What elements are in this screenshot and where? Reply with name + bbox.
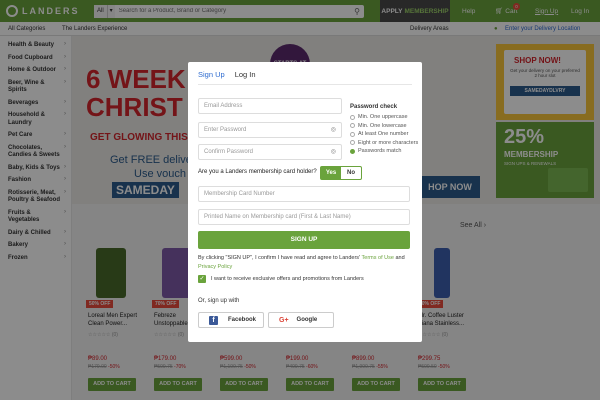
tab-sign-up[interactable]: Sign Up bbox=[198, 70, 225, 85]
card-holder-question: Are you a Landers membership card holder… bbox=[198, 169, 317, 175]
terms-text: By clicking "SIGN UP", I confirm I have … bbox=[198, 255, 405, 270]
confirm-password-field[interactable]: Confirm Password ◎ bbox=[198, 144, 342, 160]
optin-label: I want to receive exclusive offers and p… bbox=[211, 276, 364, 282]
rule-status-icon bbox=[350, 131, 355, 137]
password-rule: Min. One uppercase bbox=[350, 114, 418, 120]
promo-optin[interactable]: ✓ I want to receive exclusive offers and… bbox=[198, 275, 364, 283]
checkbox-checked-icon[interactable]: ✓ bbox=[198, 275, 206, 283]
eye-slash-icon[interactable]: ◎ bbox=[331, 123, 336, 137]
rule-check-icon bbox=[350, 148, 355, 154]
password-field[interactable]: Enter Password ◎ bbox=[198, 122, 342, 138]
rule-status-icon bbox=[350, 114, 355, 120]
eye-slash-icon[interactable]: ◎ bbox=[331, 145, 336, 159]
membership-card-name-field[interactable]: Printed Name on Membership card (First &… bbox=[198, 209, 410, 225]
facebook-label: Facebook bbox=[228, 317, 257, 323]
email-field[interactable]: Email Address bbox=[198, 98, 342, 114]
google-label: Google bbox=[296, 317, 318, 323]
password-check-panel: Password check Min. One uppercase Min. O… bbox=[350, 104, 418, 157]
terms-of-use-link[interactable]: Terms of Use bbox=[362, 255, 394, 261]
social-signup-label: Or, sign up with bbox=[198, 298, 240, 304]
signup-modal: Sign Up Log In Email Address Enter Passw… bbox=[188, 62, 422, 342]
no-option[interactable]: No bbox=[341, 167, 361, 179]
password-rule: Min. One lowercase bbox=[350, 123, 418, 129]
tab-log-in[interactable]: Log In bbox=[235, 70, 256, 85]
password-rule: Passwords match bbox=[350, 148, 418, 154]
password-check-title: Password check bbox=[350, 104, 398, 110]
tab-divider bbox=[198, 84, 412, 85]
membership-card-number-field[interactable]: Membership Card Number bbox=[198, 186, 410, 202]
google-plus-icon: G+ bbox=[279, 316, 289, 324]
rule-status-icon bbox=[350, 140, 355, 145]
card-holder-toggle[interactable]: Yes No bbox=[320, 166, 362, 180]
privacy-policy-link[interactable]: Privacy Policy bbox=[198, 264, 232, 270]
password-rule: At least One number bbox=[350, 131, 418, 137]
facebook-icon: f bbox=[209, 315, 218, 325]
rule-status-icon bbox=[350, 123, 355, 128]
password-placeholder: Enter Password bbox=[204, 127, 247, 133]
confirm-password-placeholder: Confirm Password bbox=[204, 149, 254, 155]
google-signup-button[interactable]: G+ Google bbox=[268, 312, 334, 328]
facebook-signup-button[interactable]: f Facebook bbox=[198, 312, 264, 328]
sign-up-button[interactable]: SIGN UP bbox=[198, 231, 410, 249]
password-rule: Eight or more characters bbox=[350, 140, 418, 146]
auth-tabs: Sign Up Log In bbox=[198, 70, 266, 85]
yes-option[interactable]: Yes bbox=[321, 167, 341, 179]
